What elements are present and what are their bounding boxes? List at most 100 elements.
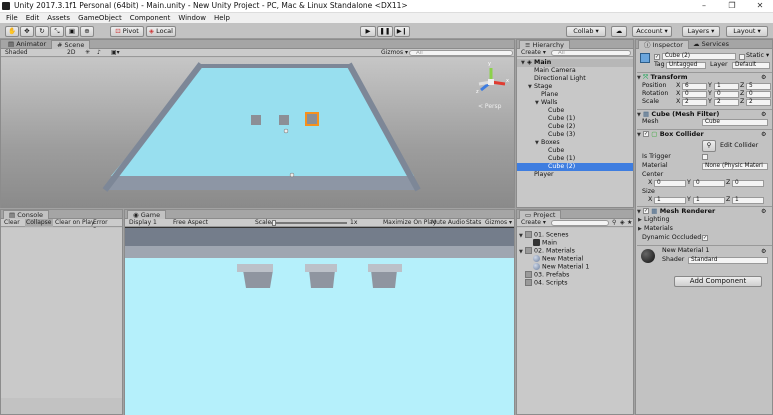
rect-tool-icon[interactable]: ▣ xyxy=(65,26,79,37)
account-dropdown[interactable]: Account ▾ xyxy=(632,26,672,37)
mesh-filter-menu-icon[interactable]: ⚙ xyxy=(761,111,766,118)
hierarchy-item[interactable]: Plane xyxy=(517,91,633,99)
center-x-field[interactable]: 0 xyxy=(654,180,686,187)
tag-dropdown[interactable]: Untagged xyxy=(666,62,706,69)
size-z-field[interactable]: 1 xyxy=(732,197,764,204)
lighting-foldout[interactable]: ▶ Lighting xyxy=(638,216,669,224)
tab-game[interactable]: ◉ Game xyxy=(127,210,167,219)
pause-button-icon[interactable]: ❚❚ xyxy=(377,26,393,37)
menu-assets[interactable]: Assets xyxy=(47,14,70,22)
transform-header[interactable]: ▼ ⤧ Transform xyxy=(637,72,772,81)
edit-collider-icon[interactable]: ⚲ xyxy=(702,140,716,152)
effects-dropdown-icon[interactable]: ▣▾ xyxy=(111,49,120,57)
hand-tool-icon[interactable]: ✋ xyxy=(5,26,19,37)
close-button[interactable]: ✕ xyxy=(748,0,772,13)
box-collider-menu-icon[interactable]: ⚙ xyxy=(761,131,766,138)
hierarchy-item[interactable]: Cube xyxy=(517,147,633,155)
project-item[interactable]: 04. Scripts xyxy=(517,279,568,288)
gizmos-dropdown[interactable]: Gizmos ▾ xyxy=(381,49,408,57)
shading-dropdown[interactable]: Shaded xyxy=(5,49,28,57)
hierarchy-item[interactable]: Cube (1) xyxy=(517,155,633,163)
menu-help[interactable]: Help xyxy=(214,14,230,22)
center-z-field[interactable]: 0 xyxy=(732,180,764,187)
maximize-button[interactable]: ❐ xyxy=(720,0,744,13)
hierarchy-item[interactable]: Player xyxy=(517,171,633,179)
menu-file[interactable]: File xyxy=(6,14,18,22)
size-x-field[interactable]: 1 xyxy=(654,197,686,204)
static-checkbox[interactable] xyxy=(739,54,745,60)
minimize-button[interactable]: – xyxy=(692,0,716,13)
position-x-field[interactable]: 6 xyxy=(682,83,707,90)
material-menu-icon[interactable]: ⚙ xyxy=(761,248,766,255)
light-toggle-icon[interactable]: ✳ xyxy=(85,49,90,57)
hierarchy-item[interactable]: Cube xyxy=(517,107,633,115)
maximize-on-play-button[interactable]: Maximize On Play xyxy=(383,219,436,227)
console-collapse-button[interactable]: Collapse xyxy=(25,219,53,227)
pivot-toggle[interactable]: ⊡ Pivot xyxy=(110,26,144,37)
materials-foldout[interactable]: ▶ Materials xyxy=(638,225,673,233)
menu-window[interactable]: Window xyxy=(178,14,206,22)
step-button-icon[interactable]: ▶❙ xyxy=(394,26,410,37)
is-trigger-checkbox[interactable] xyxy=(702,154,708,160)
play-button-icon[interactable]: ▶ xyxy=(360,26,376,37)
rotation-y-field[interactable]: 0 xyxy=(714,91,739,98)
mesh-field[interactable]: Cube xyxy=(702,119,768,126)
hierarchy-item[interactable]: ▼ ◈ Main xyxy=(517,59,633,67)
box-collider-checkbox[interactable]: ✓ xyxy=(643,131,649,137)
project-search-input[interactable] xyxy=(551,220,609,226)
hierarchy-create-button[interactable]: Create ▾ xyxy=(521,49,546,57)
active-checkbox[interactable]: ✓ xyxy=(654,54,660,60)
tab-hierarchy[interactable]: ≡ Hierarchy xyxy=(519,40,570,49)
position-y-field[interactable]: 1 xyxy=(714,83,739,90)
console-clear-on-play-button[interactable]: Clear on Play xyxy=(55,219,95,227)
scale-slider-handle[interactable] xyxy=(272,220,276,226)
scene-viewport[interactable]: y x z < Persp xyxy=(1,58,514,208)
local-toggle[interactable]: ◈ Local xyxy=(146,26,176,37)
menu-gameobject[interactable]: GameObject xyxy=(78,14,122,22)
game-gizmos-dropdown[interactable]: Gizmos ▾ xyxy=(485,219,512,227)
mode-2d-button[interactable]: 2D xyxy=(67,49,75,57)
display-dropdown[interactable]: Display 1 xyxy=(129,219,157,227)
menu-edit[interactable]: Edit xyxy=(26,14,40,22)
mute-audio-button[interactable]: Mute Audio xyxy=(431,219,465,227)
physic-material-field[interactable]: None (Physic Materi xyxy=(702,163,768,170)
tab-project[interactable]: ▭ Project xyxy=(519,210,562,219)
hierarchy-item[interactable]: ▼ Walls xyxy=(517,99,633,107)
position-z-field[interactable]: 5 xyxy=(746,83,771,90)
dynamic-occluded-checkbox[interactable]: ✓ xyxy=(702,235,708,241)
collab-dropdown[interactable]: Collab ▾ xyxy=(566,26,606,37)
scene-search-input[interactable]: All xyxy=(409,50,513,56)
aspect-dropdown[interactable]: Free Aspect xyxy=(173,219,208,227)
layers-dropdown[interactable]: Layers ▾ xyxy=(682,26,720,37)
stats-button[interactable]: Stats xyxy=(466,219,481,227)
mesh-renderer-menu-icon[interactable]: ⚙ xyxy=(761,208,766,215)
scale-y-field[interactable]: 2 xyxy=(714,99,739,106)
filter-label-icon[interactable]: ◈ xyxy=(620,219,625,227)
filter-type-icon[interactable]: ⚲ xyxy=(612,219,616,227)
layer-dropdown[interactable]: Default xyxy=(732,62,770,69)
transform-tool-icon[interactable]: ⊕ xyxy=(80,26,94,37)
project-create-button[interactable]: Create ▾ xyxy=(521,219,546,227)
scale-z-field[interactable]: 2 xyxy=(746,99,771,106)
perspective-label[interactable]: < Persp xyxy=(478,103,501,110)
hierarchy-item[interactable]: ▼ Boxes xyxy=(517,139,633,147)
audio-toggle-icon[interactable]: ♪ xyxy=(97,49,101,57)
scale-slider[interactable] xyxy=(271,222,347,224)
static-dropdown[interactable]: Static ▾ xyxy=(746,52,769,60)
hierarchy-item[interactable]: Cube (3) xyxy=(517,131,633,139)
rotation-z-field[interactable]: 0 xyxy=(746,91,771,98)
scale-x-field[interactable]: 2 xyxy=(682,99,707,106)
layout-dropdown[interactable]: Layout ▾ xyxy=(726,26,768,37)
hierarchy-search-input[interactable]: All xyxy=(551,50,631,56)
hierarchy-item[interactable]: Cube (2) xyxy=(517,123,633,131)
size-y-field[interactable]: 1 xyxy=(693,197,725,204)
tab-scene[interactable]: # Scene xyxy=(51,40,91,49)
axis-gizmo[interactable]: y x z xyxy=(473,61,511,98)
object-name-field[interactable]: Cube (2) xyxy=(662,53,736,60)
hierarchy-item[interactable]: Main Camera xyxy=(517,67,633,75)
rotate-tool-icon[interactable]: ↻ xyxy=(35,26,49,37)
scale-tool-icon[interactable]: ⤡ xyxy=(50,26,64,37)
center-y-field[interactable]: 0 xyxy=(693,180,725,187)
shader-dropdown[interactable]: Standard xyxy=(688,257,768,264)
cloud-icon[interactable]: ☁ xyxy=(611,26,627,37)
